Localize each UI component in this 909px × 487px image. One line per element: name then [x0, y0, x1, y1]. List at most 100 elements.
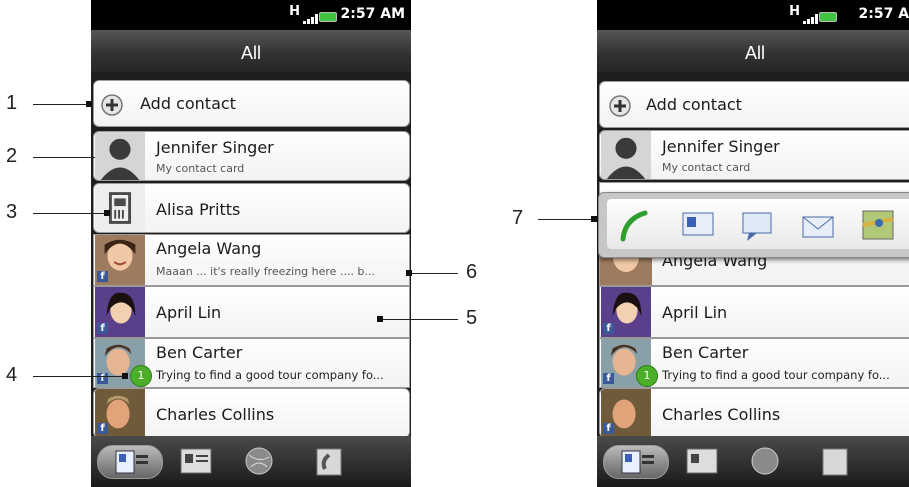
contact-name: Angela Wang [156, 239, 262, 258]
contact-row-april[interactable]: f April Lin [93, 286, 410, 338]
callout-6-line [409, 273, 458, 274]
callout-7-label: 7 [512, 207, 524, 229]
facebook-icon: f [603, 323, 614, 334]
callout-3-label: 3 [6, 201, 18, 223]
page-title-bar[interactable]: All [597, 30, 909, 72]
contact-status: Trying to find a good tour company fo... [156, 368, 384, 382]
people-tab[interactable] [97, 445, 163, 479]
callout-4-dot [122, 373, 128, 379]
contact-status: Maaan ... it's really freezing here ....… [156, 265, 375, 278]
facebook-icon: f [97, 373, 108, 384]
callout-3-dot [104, 210, 110, 216]
people-tab[interactable] [603, 445, 669, 479]
quick-contact-bar [598, 192, 909, 258]
facebook-icon: f [97, 323, 108, 334]
callout-6-dot [406, 270, 412, 276]
people-tab-icon [621, 450, 654, 474]
online-directory-tab[interactable] [747, 445, 787, 477]
call-history-tab[interactable] [311, 445, 351, 477]
callout-1-line [33, 104, 89, 105]
callout-7-line [538, 219, 594, 220]
network-type-icon: H [789, 4, 800, 19]
contact-name: Ben Carter [156, 343, 243, 362]
add-icon [101, 94, 123, 116]
phone-screen-right: H 2:57 AM All Add contact Jennifer Singe… [597, 0, 909, 487]
contact-status: My contact card [156, 162, 245, 175]
add-icon [609, 95, 631, 117]
callout-1-label: 1 [6, 92, 18, 114]
default-avatar-icon [95, 132, 145, 180]
contact-row-my-card[interactable]: Jennifer Singer My contact card [599, 130, 909, 180]
default-avatar-icon [601, 131, 651, 179]
groups-tab-icon [686, 448, 718, 474]
add-contact-button[interactable]: Add contact [93, 80, 410, 127]
map-icon[interactable] [857, 205, 899, 245]
call-history-icon [316, 448, 342, 476]
contact-status: My contact card [662, 161, 751, 174]
facebook-icon: f [97, 271, 108, 282]
contact-row-alisa[interactable]: Alisa Pritts [93, 183, 410, 233]
contact-row-charles[interactable]: f Charles Collins [599, 388, 909, 438]
contact-name: Charles Collins [156, 405, 275, 424]
callout-4-line [33, 376, 125, 377]
facebook-icon: f [603, 423, 614, 434]
contact-name: Ben Carter [662, 343, 749, 362]
status-bar: H 2:57 AM [91, 0, 411, 30]
facebook-icon: f [603, 373, 614, 384]
callout-2-label: 2 [6, 145, 18, 167]
contact-row-my-card[interactable]: Jennifer Singer My contact card [93, 131, 410, 181]
contact-name: Charles Collins [662, 405, 781, 424]
contact-row-ben[interactable]: f 1 Ben Carter Trying to find a good tou… [93, 338, 410, 388]
phone-icon[interactable] [615, 205, 657, 245]
message-icon[interactable] [737, 205, 779, 245]
online-directory-tab[interactable] [241, 445, 281, 477]
add-contact-label: Add contact [646, 95, 742, 114]
bottom-tab-bar [91, 436, 411, 487]
signal-icon [303, 14, 319, 24]
sim-card-icon [95, 184, 145, 232]
phone-screen-left: H 2:57 AM All Add contact Jennifer Singe… [91, 0, 411, 487]
callout-7-dot [591, 216, 597, 222]
contact-row-april[interactable]: f April Lin [599, 286, 909, 338]
groups-tab[interactable] [683, 445, 723, 477]
callout-5-line [380, 319, 458, 320]
callout-1-dot [86, 101, 92, 107]
clock: 2:57 AM [340, 6, 405, 22]
contact-name: Alisa Pritts [156, 200, 241, 219]
callout-2-line [33, 157, 95, 158]
groups-tab[interactable] [177, 445, 217, 477]
add-contact-button[interactable]: Add contact [599, 81, 909, 128]
people-tab-icon [115, 450, 148, 474]
globe-icon [751, 447, 779, 475]
contact-name: April Lin [662, 303, 728, 322]
contact-name: Jennifer Singer [156, 138, 274, 157]
battery-icon [819, 12, 837, 22]
callout-5-label: 5 [466, 307, 478, 329]
call-history-tab[interactable] [817, 445, 857, 477]
groups-tab-icon [180, 448, 212, 474]
contact-status: Trying to find a good tour company fo... [662, 368, 890, 382]
callout-3-line [33, 213, 107, 214]
contact-row-angela[interactable]: f Angela Wang Maaan ... it's really free… [93, 234, 410, 286]
bottom-tab-bar [597, 436, 909, 487]
add-contact-label: Add contact [140, 94, 236, 113]
callout-6-label: 6 [466, 261, 478, 283]
contact-name: April Lin [156, 303, 222, 322]
contact-row-ben[interactable]: f 1 Ben Carter Trying to find a good tou… [599, 338, 909, 388]
notification-badge: 1 [636, 365, 658, 387]
clock: 2:57 AM [858, 6, 909, 22]
page-title: All [240, 43, 261, 63]
globe-icon [245, 447, 273, 475]
page-title: All [744, 43, 765, 63]
signal-icon [803, 14, 819, 24]
email-icon[interactable] [797, 205, 839, 245]
contact-row-charles[interactable]: f Charles Collins [93, 388, 410, 438]
contact-card-icon[interactable] [677, 205, 719, 245]
callout-5-dot [377, 316, 383, 322]
status-bar: H 2:57 AM [597, 0, 909, 30]
network-type-icon: H [289, 4, 300, 19]
facebook-icon: f [97, 423, 108, 434]
call-history-icon [822, 448, 848, 476]
battery-icon [319, 12, 337, 22]
page-title-bar[interactable]: All [91, 30, 411, 72]
